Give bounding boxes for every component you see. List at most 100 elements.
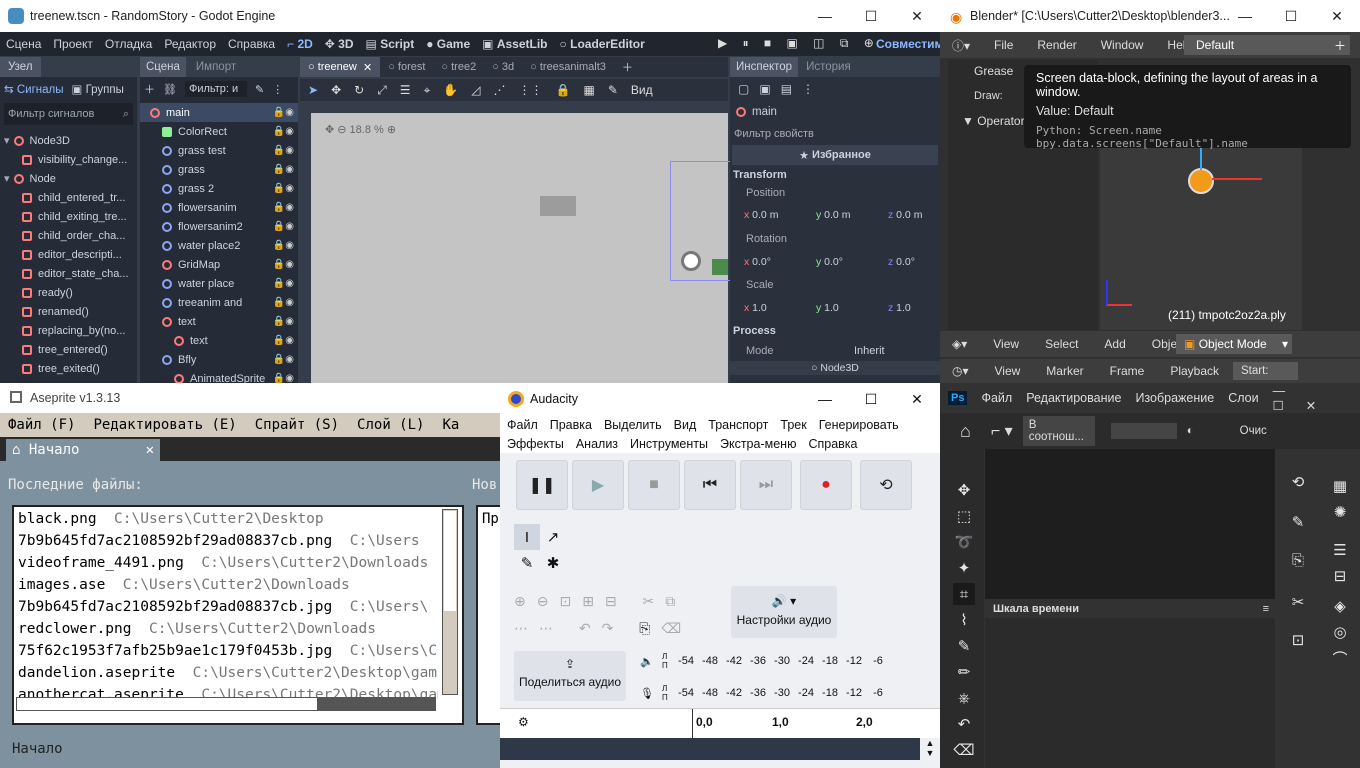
skip-start-button[interactable]: ⏮ [684,460,736,510]
scene-node[interactable]: AnimatedSprite 🔒◉ [140,369,298,383]
menu-editor[interactable]: Редактор [158,37,222,51]
menu-help[interactable]: Справка [808,437,857,451]
signal-item[interactable]: child_exiting_tre... [4,207,137,226]
skip-end-button[interactable]: ⏭ [740,460,792,510]
signal-item[interactable]: visibility_change... [4,150,137,169]
menu-sprite[interactable]: Спрайт (S) [255,417,339,433]
cut-icon[interactable]: ✂⧉ [643,593,687,609]
record-button[interactable]: ● [800,460,852,510]
ratio-dropdown[interactable]: В соотнош... [1022,416,1095,446]
visibility-icon[interactable]: 🔒◉ [273,164,298,175]
menu-debug[interactable]: Отладка [99,37,158,51]
position-z-field[interactable]: z 0.0 m [888,209,938,221]
brush-icon[interactable]: ✎ [953,635,975,657]
menu-frame[interactable]: Ка [442,417,459,433]
crop-icon[interactable]: ⌗ [953,583,975,605]
editor-type-icon[interactable]: ◈▾ [952,337,967,351]
close-icon[interactable]: ✕ [1314,0,1360,32]
start-frame-field[interactable]: Start: [1233,362,1298,380]
screen-selector[interactable]: Default ＋ [1184,35,1350,55]
channels-icon[interactable]: ◎ [1329,621,1351,643]
minimize-icon[interactable]: — [802,383,848,415]
mode-loadereditor[interactable]: ○ LoaderEditor [554,37,651,51]
header-view[interactable]: View [993,337,1019,351]
loop-button[interactable]: ⟲ [860,460,912,510]
scene-node[interactable]: GridMap 🔒◉ [140,255,298,274]
timeline-marker[interactable]: Marker [1046,364,1083,378]
magic-wand-icon[interactable]: ✦ [953,557,975,579]
select-tool-icon[interactable]: I [514,524,540,550]
maximize-icon[interactable]: ☐ [848,0,894,32]
navigation-gizmos[interactable] [1303,140,1360,330]
eyedropper-icon[interactable]: ⌇ [953,609,975,631]
menu-analyze[interactable]: Анализ [576,437,618,451]
scene-node[interactable]: Bfly 🔒◉ [140,350,298,369]
signal-class-header[interactable]: ▾ Node3D [4,131,137,150]
rotation-y-field[interactable]: y 0.0° [816,256,874,268]
script-icon[interactable]: ✎ [255,83,264,96]
menu-file[interactable]: Файл [507,418,538,432]
recent-file-item[interactable]: 7b9b645fd7ac2108592bf29ad08837cb.jpg C:\… [18,599,438,621]
visibility-icon[interactable]: 🔒◉ [273,221,298,232]
ruler-tool-icon[interactable]: ◿ [471,83,480,97]
audio-settings-button[interactable]: 🔊 ▾ Настройки аудио [731,586,837,638]
signal-item[interactable]: tree_exited() [4,359,137,378]
history-brush-icon[interactable]: ↶ [953,713,975,735]
visibility-icon[interactable]: 🔒◉ [273,107,298,118]
paths-icon[interactable]: ⌒ [1329,647,1351,669]
scene-node[interactable]: main 🔒◉ [140,103,298,122]
recent-file-item[interactable]: redclower.png C:\Users\Cutter2\Downloads [18,621,438,643]
godot-titlebar[interactable]: treenew.tscn - RandomStory - Godot Engin… [0,0,940,32]
menu-edit[interactable]: Редактировать (E) [93,417,236,433]
tab-groups[interactable]: ▣ Группы [68,82,128,96]
play-button[interactable]: ▶ [572,460,624,510]
marquee-tool-icon[interactable]: ⬚ [953,505,975,527]
tool-presets-icon[interactable]: ✂ [1287,591,1309,613]
settings-gear-icon[interactable]: ⚙ [518,715,529,729]
rotation-z-field[interactable]: z 0.0° [888,256,938,268]
history-icon[interactable]: ⟲ [1287,471,1309,493]
mode-3d[interactable]: ✥ 3D [319,37,360,51]
maximize-icon[interactable]: ☐ [1268,0,1314,32]
scene-node[interactable]: text 🔒◉ [140,312,298,331]
tab-treesanimalt3[interactable]: ○ treesanimalt3 [522,61,614,73]
panel-menu-icon[interactable]: ≡ [1263,603,1275,615]
object-mode-dropdown[interactable]: ▣ Object Mode ▾ [1176,334,1292,354]
more-icon[interactable]: ⋮ [802,82,814,96]
close-icon[interactable]: ✕ [894,383,940,415]
tab-inspector[interactable]: Инспектор [730,57,799,77]
visibility-icon[interactable]: 🔒◉ [273,354,298,365]
brush-settings-icon[interactable]: ✎ [1287,511,1309,533]
mode-game[interactable]: ● Game [420,37,476,51]
process-section[interactable]: Process [730,321,940,341]
menu-scene[interactable]: Сцена [0,37,47,51]
recent-file-item[interactable]: dandelion.aseprite C:\Users\Cutter2\Desk… [18,665,438,687]
new-resource-icon[interactable]: ▢ [738,82,749,96]
timeline-playback[interactable]: Playback [1170,364,1219,378]
close-tab-icon[interactable]: ✕ [146,442,160,458]
navigator-icon[interactable]: ✺ [1329,501,1351,523]
tab-treenew[interactable]: ○ treenew ✕ [300,57,381,77]
menu-project[interactable]: Проект [47,37,99,51]
scale-tool-icon[interactable]: ⤢ [377,83,387,98]
properties-icon[interactable]: ⊟ [1329,565,1351,587]
transform-section[interactable]: Transform [730,165,940,185]
maximize-icon[interactable]: ☐ [848,383,894,415]
visibility-icon[interactable]: 🔒◉ [273,297,298,308]
lock-icon[interactable]: 🔒 [556,83,571,97]
menu-effects[interactable]: Эффекты [507,437,564,451]
scene-node[interactable]: ColorRect 🔒◉ [140,122,298,141]
eraser-icon[interactable]: ⌫ [953,739,975,761]
bone-icon[interactable]: ✎ [608,83,618,97]
scene-node[interactable]: flowersanim2 🔒◉ [140,217,298,236]
recent-file-item[interactable]: videoframe_4491.png C:\Users\Cutter2\Dow… [18,555,438,577]
crop-tool-icon[interactable]: ⌐ ▾ [991,421,1013,441]
paste-icon[interactable]: ⎘ [639,620,661,636]
visibility-icon[interactable]: 🔒◉ [273,259,298,270]
recent-file-item[interactable]: 7b9b645fd7ac2108592bf29ad08837cb.png C:\… [18,533,438,555]
stop-button[interactable]: ■ [628,460,680,510]
group-icon[interactable]: ▦ [583,83,594,97]
move-tool-icon[interactable]: ✥ [331,83,341,97]
select-tool-icon[interactable]: ➤ [308,83,318,97]
link-icon[interactable]: ⛓ [163,83,177,96]
